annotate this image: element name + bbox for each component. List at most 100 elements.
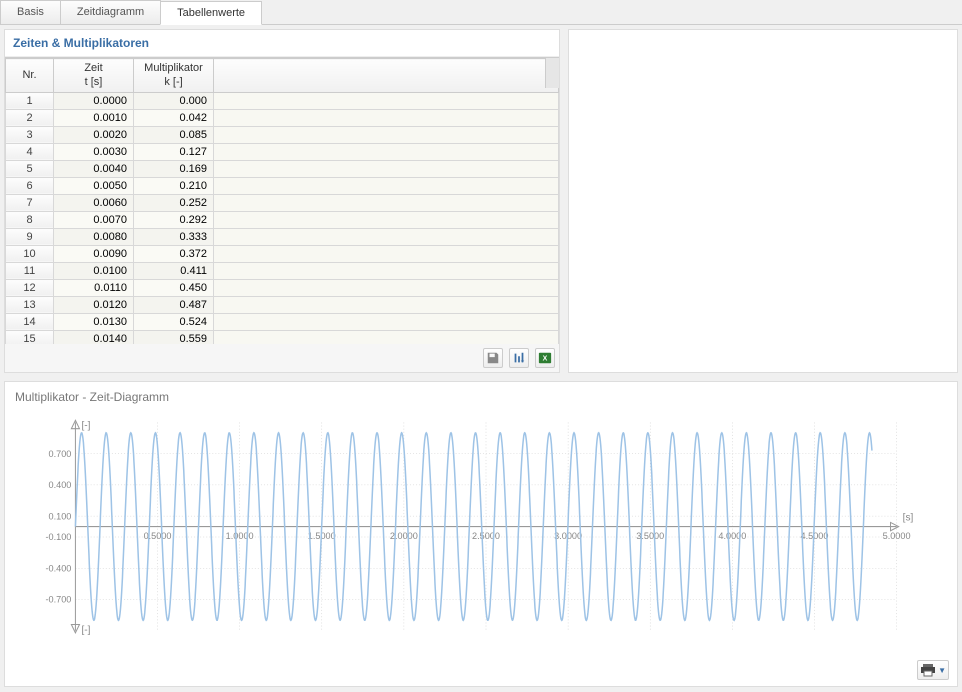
- table-toolbar: X: [5, 344, 559, 372]
- cell-zeit[interactable]: 0.0040: [54, 160, 134, 177]
- scrollbar-placeholder[interactable]: [545, 58, 559, 88]
- cell-filler: [214, 279, 559, 296]
- values-panel: Zeiten & Multiplikatoren Nr. Zeitt [s] M…: [4, 29, 560, 373]
- cell-mult[interactable]: 0.411: [134, 262, 214, 279]
- cell-nr: 2: [6, 109, 54, 126]
- cell-zeit[interactable]: 0.0000: [54, 92, 134, 109]
- cell-filler: [214, 143, 559, 160]
- svg-text:[-]: [-]: [81, 421, 90, 432]
- table-row[interactable]: 140.01300.524: [6, 313, 559, 330]
- cell-mult[interactable]: 0.000: [134, 92, 214, 109]
- cell-zeit[interactable]: 0.0060: [54, 194, 134, 211]
- col-nr[interactable]: Nr.: [6, 59, 54, 93]
- chart-area[interactable]: -0.700-0.400-0.1000.1000.4000.7000.50001…: [45, 412, 927, 662]
- table-row[interactable]: 80.00700.292: [6, 211, 559, 228]
- cell-filler: [214, 313, 559, 330]
- cell-filler: [214, 330, 559, 344]
- cell-mult[interactable]: 0.524: [134, 313, 214, 330]
- table-row[interactable]: 50.00400.169: [6, 160, 559, 177]
- cell-filler: [214, 296, 559, 313]
- tab-zeitdiagramm[interactable]: Zeitdiagramm: [60, 0, 161, 24]
- cell-mult[interactable]: 0.085: [134, 126, 214, 143]
- tab-bar: Basis Zeitdiagramm Tabellenwerte: [0, 0, 962, 25]
- cell-zeit[interactable]: 0.0050: [54, 177, 134, 194]
- cell-zeit[interactable]: 0.0140: [54, 330, 134, 344]
- cell-zeit[interactable]: 0.0030: [54, 143, 134, 160]
- svg-text:0.100: 0.100: [49, 511, 72, 521]
- cell-zeit[interactable]: 0.0020: [54, 126, 134, 143]
- svg-text:-0.400: -0.400: [45, 563, 71, 573]
- cell-zeit[interactable]: 0.0110: [54, 279, 134, 296]
- col-mult[interactable]: Multiplikatork [-]: [134, 59, 214, 93]
- col-zeit[interactable]: Zeitt [s]: [54, 59, 134, 93]
- cell-nr: 1: [6, 92, 54, 109]
- cell-mult[interactable]: 0.372: [134, 245, 214, 262]
- table-row[interactable]: 150.01400.559: [6, 330, 559, 344]
- table-row[interactable]: 100.00900.372: [6, 245, 559, 262]
- cell-filler: [214, 109, 559, 126]
- tab-tabellenwerte[interactable]: Tabellenwerte: [160, 1, 262, 25]
- table-row[interactable]: 10.00000.000: [6, 92, 559, 109]
- cell-nr: 4: [6, 143, 54, 160]
- table-row[interactable]: 20.00100.042: [6, 109, 559, 126]
- cell-mult[interactable]: 0.127: [134, 143, 214, 160]
- sort-icon[interactable]: [509, 348, 529, 368]
- svg-text:5.0000: 5.0000: [883, 531, 911, 541]
- cell-mult[interactable]: 0.333: [134, 228, 214, 245]
- cell-nr: 10: [6, 245, 54, 262]
- cell-filler: [214, 262, 559, 279]
- svg-text:[-]: [-]: [81, 625, 90, 636]
- cell-mult[interactable]: 0.169: [134, 160, 214, 177]
- svg-text:0.400: 0.400: [49, 480, 72, 490]
- table-row[interactable]: 60.00500.210: [6, 177, 559, 194]
- cell-mult[interactable]: 0.450: [134, 279, 214, 296]
- top-container: Zeiten & Multiplikatoren Nr. Zeitt [s] M…: [0, 25, 962, 377]
- cell-filler: [214, 211, 559, 228]
- table-row[interactable]: 90.00800.333: [6, 228, 559, 245]
- cell-nr: 13: [6, 296, 54, 313]
- cell-zeit[interactable]: 0.0010: [54, 109, 134, 126]
- cell-filler: [214, 92, 559, 109]
- table-row[interactable]: 130.01200.487: [6, 296, 559, 313]
- cell-zeit[interactable]: 0.0090: [54, 245, 134, 262]
- table-row[interactable]: 40.00300.127: [6, 143, 559, 160]
- cell-mult[interactable]: 0.487: [134, 296, 214, 313]
- svg-text:2.0000: 2.0000: [390, 531, 418, 541]
- cell-nr: 5: [6, 160, 54, 177]
- cell-mult[interactable]: 0.252: [134, 194, 214, 211]
- tab-basis[interactable]: Basis: [0, 0, 61, 24]
- svg-text:0.5000: 0.5000: [144, 531, 172, 541]
- cell-nr: 14: [6, 313, 54, 330]
- cell-nr: 7: [6, 194, 54, 211]
- cell-nr: 3: [6, 126, 54, 143]
- cell-zeit[interactable]: 0.0120: [54, 296, 134, 313]
- cell-nr: 9: [6, 228, 54, 245]
- cell-filler: [214, 160, 559, 177]
- table-row[interactable]: 70.00600.252: [6, 194, 559, 211]
- cell-mult[interactable]: 0.042: [134, 109, 214, 126]
- table-scroll[interactable]: Nr. Zeitt [s] Multiplikatork [-] 10.0000…: [5, 57, 559, 344]
- table-row[interactable]: 30.00200.085: [6, 126, 559, 143]
- cell-filler: [214, 245, 559, 262]
- svg-text:-0.700: -0.700: [45, 595, 71, 605]
- svg-text:-0.100: -0.100: [45, 532, 71, 542]
- cell-mult[interactable]: 0.210: [134, 177, 214, 194]
- cell-nr: 11: [6, 262, 54, 279]
- cell-nr: 8: [6, 211, 54, 228]
- printer-icon: [920, 663, 936, 677]
- cell-mult[interactable]: 0.292: [134, 211, 214, 228]
- table-row[interactable]: 110.01000.411: [6, 262, 559, 279]
- table-row[interactable]: 120.01100.450: [6, 279, 559, 296]
- cell-zeit[interactable]: 0.0130: [54, 313, 134, 330]
- cell-mult[interactable]: 0.559: [134, 330, 214, 344]
- cell-filler: [214, 126, 559, 143]
- print-button[interactable]: ▼: [917, 660, 949, 680]
- cell-zeit[interactable]: 0.0080: [54, 228, 134, 245]
- cell-zeit[interactable]: 0.0100: [54, 262, 134, 279]
- cell-filler: [214, 228, 559, 245]
- excel-icon[interactable]: X: [535, 348, 555, 368]
- save-icon[interactable]: [483, 348, 503, 368]
- chart-title: Multiplikator - Zeit-Diagramm: [5, 382, 957, 406]
- svg-text:4.0000: 4.0000: [718, 531, 746, 541]
- cell-zeit[interactable]: 0.0070: [54, 211, 134, 228]
